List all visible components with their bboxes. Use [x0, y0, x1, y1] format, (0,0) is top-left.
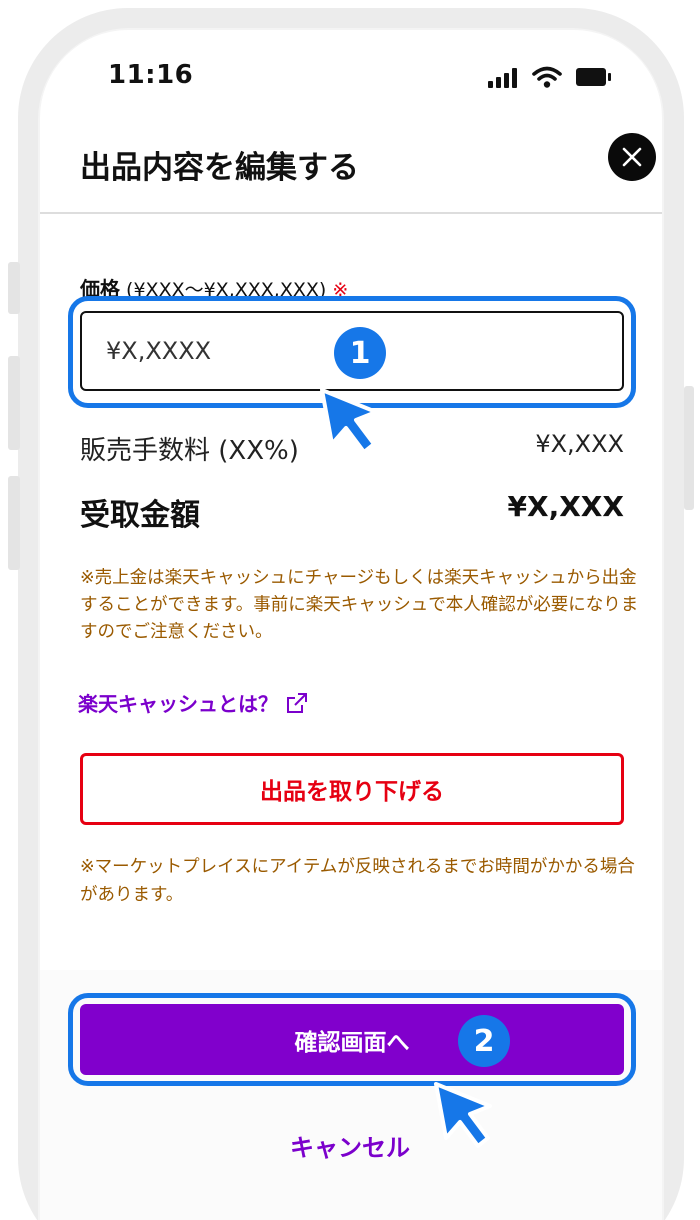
- close-icon: [622, 147, 642, 167]
- status-icons: [488, 64, 618, 90]
- battery-icon: [576, 68, 611, 86]
- modal-title: 出品内容を編集する: [80, 150, 359, 186]
- phone-screen: 11:16 出品内容を編集する 価格 (¥XXX〜¥X,XXX,XXX) ※ ¥…: [40, 30, 662, 1220]
- side-button-right: [684, 386, 694, 510]
- confirm-button[interactable]: 確認画面へ: [80, 1004, 624, 1075]
- received-amount-label: 受取金額: [80, 498, 200, 533]
- marketplace-notice: ※マーケットプレイスにアイテムが反映されるまでお時間がかかる場合があります。: [80, 857, 635, 905]
- annotation-badge-2: 2: [458, 1015, 510, 1067]
- status-bar: 11:16: [40, 30, 662, 120]
- cellular-signal-icon: [488, 68, 517, 88]
- wifi-icon: [532, 66, 562, 88]
- annotation-badge-1: 1: [334, 327, 386, 379]
- cursor-arrow-icon: [320, 388, 378, 454]
- side-button-left-2: [8, 356, 20, 450]
- fee-label: 販売手数料 (XX%): [80, 436, 299, 466]
- modal-header: 出品内容を編集する: [40, 120, 662, 214]
- status-time: 11:16: [108, 60, 194, 90]
- rakuten-cash-link-label: 楽天キャッシュとは？: [78, 692, 278, 716]
- cancel-button[interactable]: キャンセル: [240, 1125, 460, 1165]
- side-button-left-1: [8, 262, 20, 314]
- external-link-icon: [287, 692, 307, 713]
- fee-value: ¥X,XXX: [535, 430, 624, 458]
- close-button[interactable]: [608, 133, 656, 181]
- side-button-left-3: [8, 476, 20, 570]
- received-amount-value: ¥X,XXX: [507, 490, 624, 523]
- rakuten-cash-link[interactable]: 楽天キャッシュとは？: [78, 688, 308, 717]
- withdraw-listing-button[interactable]: 出品を取り下げる: [80, 753, 624, 825]
- cash-notice: ※売上金は楽天キャッシュにチャージもしくは楽天キャッシュから出金することができま…: [80, 568, 639, 642]
